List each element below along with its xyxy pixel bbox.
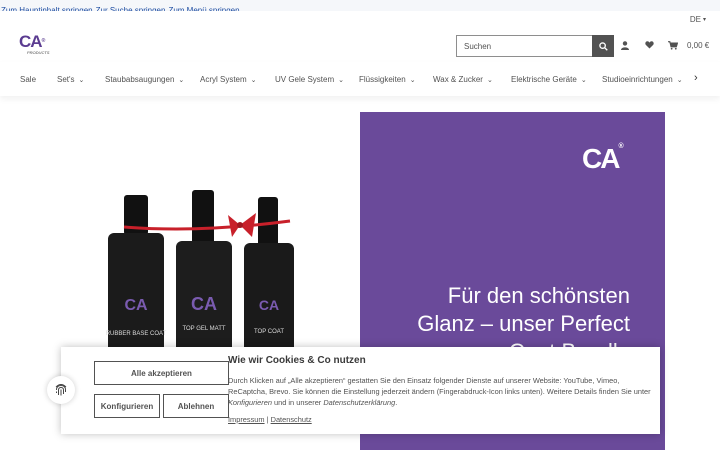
cookie-description: Durch Klicken auf „Alle akzeptieren“ ges… (228, 375, 653, 408)
configure-link[interactable]: Konfigurieren (228, 398, 272, 407)
nav-item-label: Set's (57, 75, 75, 84)
cart-button[interactable]: 0,00 € (668, 41, 709, 50)
nav-scroll-right-button[interactable]: › (694, 72, 698, 84)
cookie-title: Wie wir Cookies & Co nutzen (228, 355, 366, 366)
search-form (456, 35, 614, 57)
accept-all-button[interactable]: Alle akzeptieren (94, 361, 229, 385)
search-icon (598, 41, 608, 51)
bottle-brand: CA (191, 294, 217, 314)
nav-item-label: Studioeinrichtungen (602, 75, 673, 84)
chevron-down-icon: ⌄ (250, 76, 257, 84)
nav-item-label: Wax & Zucker (433, 75, 483, 84)
hero-headline-line-1: Für den schönsten (447, 283, 630, 308)
language-label: DE (689, 15, 701, 24)
nav-item-sale[interactable]: Sale (20, 75, 36, 84)
nav-item-label: Acryl System (200, 75, 247, 84)
wishlist-button[interactable] (644, 40, 654, 50)
nav-item-label: UV Gele System (275, 75, 335, 84)
nav-item-wax-zucker[interactable]: Wax & Zucker ⌄ (433, 75, 493, 84)
nav-item-staubabsaugungen[interactable]: Staubabsaugungen ⌄ (105, 75, 184, 84)
cookie-settings-button[interactable] (47, 376, 75, 404)
cookie-text: . (395, 398, 398, 407)
chevron-down-icon: ⌄ (338, 76, 345, 84)
header-actions: 0,00 € (620, 40, 709, 50)
main-navigation: Sale Set's ⌄ Staubabsaugungen ⌄ Acryl Syst… (0, 62, 720, 96)
chevron-down-icon: ▾ (702, 17, 706, 23)
chevron-right-icon: › (694, 72, 698, 84)
bottle-brand: CA (259, 297, 279, 313)
privacy-policy-link[interactable]: Datenschutzerklärung (323, 398, 395, 407)
imprint-link[interactable]: Impressum (228, 415, 265, 424)
chevron-down-icon: ⌄ (580, 76, 587, 84)
chevron-down-icon: ⌄ (78, 76, 85, 84)
bottle-label-topcoat: TOP COAT (254, 329, 284, 335)
hero-logo-text: CA (582, 143, 620, 174)
logo-subtext: PRODUCTS (27, 50, 50, 55)
chevron-down-icon: ⌄ (486, 76, 493, 84)
fingerprint-icon (55, 384, 67, 396)
heart-icon (644, 41, 654, 49)
nav-item-label: Staubabsaugungen (105, 75, 175, 84)
language-selector[interactable]: DE ▾ (690, 15, 706, 24)
cookie-text: Durch Klicken auf „Alle akzeptieren“ ges… (228, 376, 651, 396)
chevron-down-icon: ⌄ (676, 76, 683, 84)
logo-text: CA (19, 32, 43, 51)
skip-links-bar: Zum Hauptinhalt springenZur Suche spring… (0, 0, 720, 15)
bottle-brand: CA (124, 297, 148, 314)
nav-item-label: Flüssigkeiten (359, 75, 406, 84)
nav-item-label: Sale (20, 75, 37, 84)
configure-button[interactable]: Konfigurieren (94, 394, 160, 418)
decline-button[interactable]: Ablehnen (163, 394, 229, 418)
product-bottles-image: CA RUBBER BASE COAT CA TOP GEL MATT CA T… (106, 190, 294, 355)
chevron-down-icon: ⌄ (409, 76, 416, 84)
search-input[interactable] (456, 35, 592, 57)
cookie-consent-dialog: Alle akzeptieren Konfigurieren Ablehnen … (61, 347, 660, 434)
cart-total: 0,00 € (687, 40, 710, 50)
hero-headline-line-2: Glanz – unser Perfect (417, 311, 630, 336)
site-logo[interactable]: CA® PRODUCTS (19, 33, 59, 59)
nav-item-studioeinrichtungen[interactable]: Studioeinrichtungen ⌄ (602, 75, 683, 84)
nav-item-label: Elektrische Geräte (511, 75, 577, 84)
nav-item-sets[interactable]: Set's ⌄ (57, 75, 84, 84)
link-separator: | (266, 415, 269, 424)
nav-item-uv-gele-system[interactable]: UV Gele System ⌄ (275, 75, 344, 84)
cookie-footer-links: Impressum | Datenschutz (228, 415, 312, 424)
bottle-label-rubber: RUBBER BASE COAT (106, 331, 167, 337)
cookie-text: und in unserer (271, 398, 324, 407)
nav-item-acryl-system[interactable]: Acryl System ⌄ (200, 75, 257, 84)
account-button[interactable] (620, 40, 630, 50)
user-icon (621, 40, 629, 50)
search-button[interactable] (592, 35, 614, 57)
hero-brand-logo: CA® (582, 143, 624, 174)
privacy-link[interactable]: Datenschutz (271, 415, 312, 424)
nav-item-elektrische-geraete[interactable]: Elektrische Geräte ⌄ (511, 75, 587, 84)
bottle-label-matt: TOP GEL MATT (182, 326, 225, 332)
cart-icon (668, 40, 678, 50)
nav-item-fluessigkeiten[interactable]: Flüssigkeiten ⌄ (359, 75, 416, 84)
chevron-down-icon: ⌄ (178, 76, 185, 84)
